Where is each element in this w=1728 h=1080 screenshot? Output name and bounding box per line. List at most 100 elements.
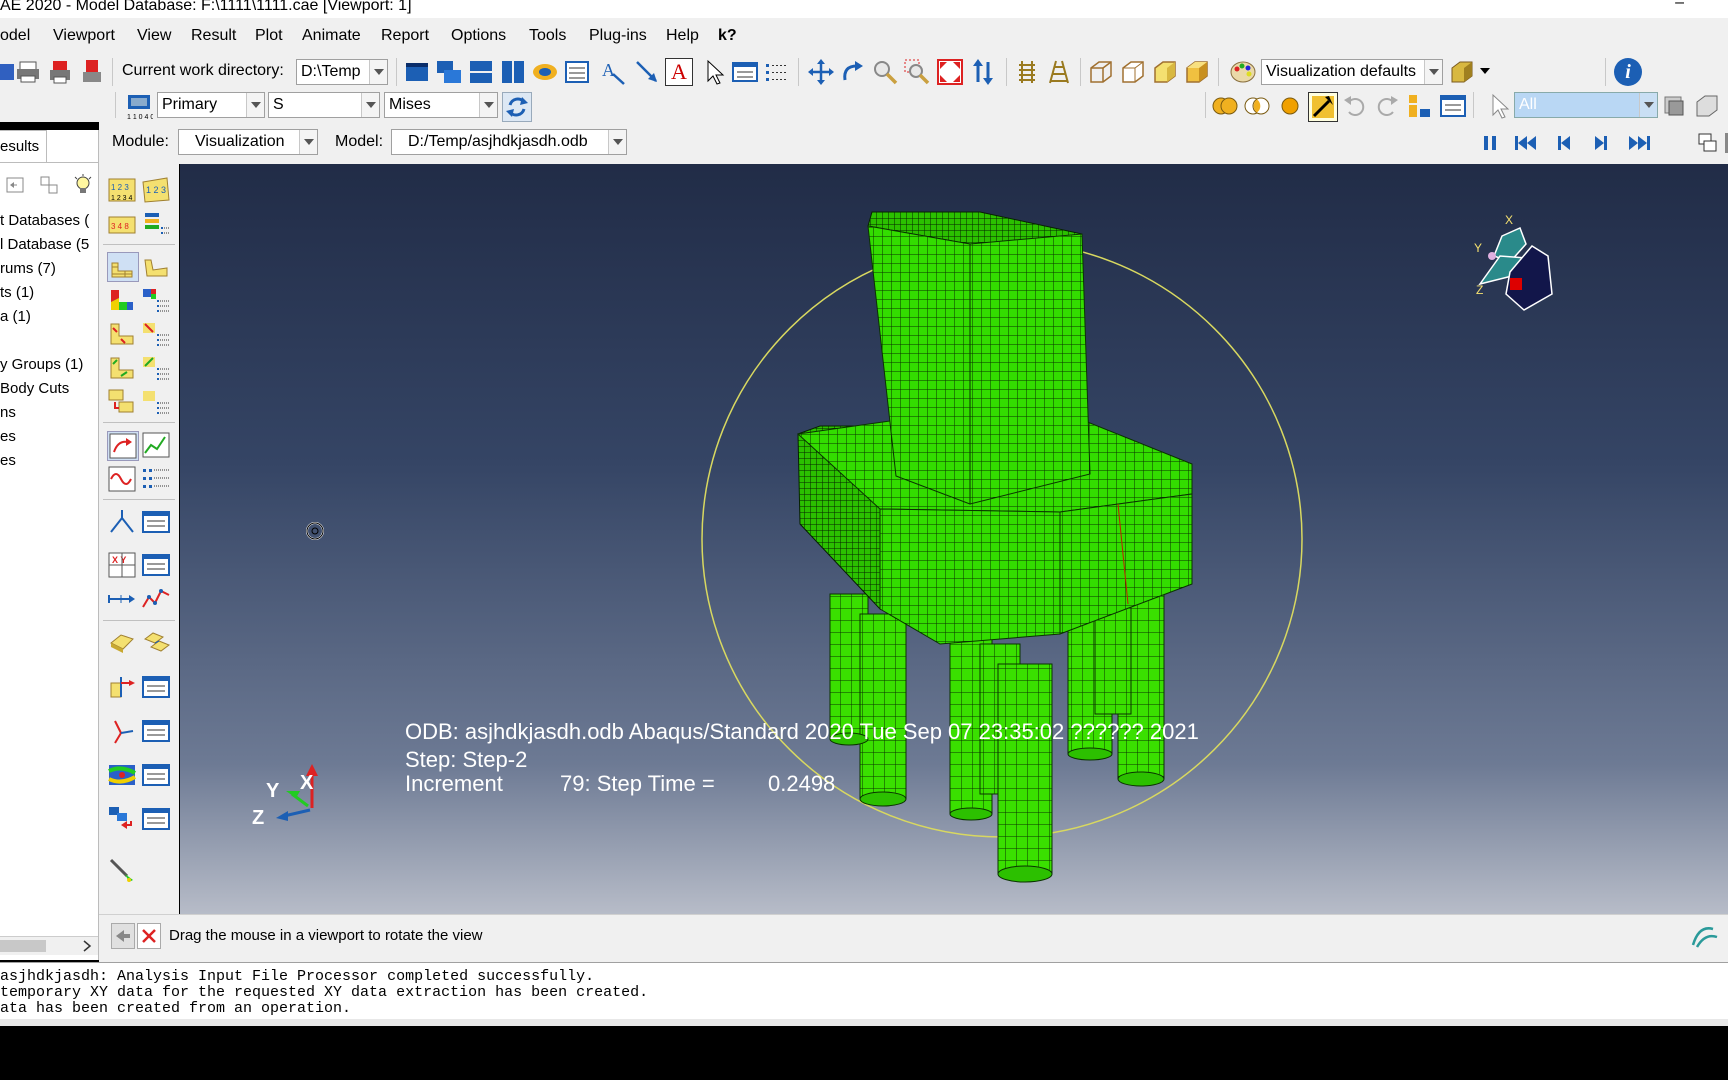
invariant-combo[interactable]: Mises	[384, 92, 498, 118]
menu-viewport[interactable]: Viewport	[53, 27, 115, 45]
tree-item-spectrums[interactable]: rums (7)	[0, 260, 56, 277]
menu-animate[interactable]: Animate	[302, 27, 361, 45]
pause-icon[interactable]	[1476, 129, 1504, 157]
chevron-down-icon[interactable]	[246, 93, 264, 117]
last-frame-icon[interactable]	[1625, 129, 1653, 157]
tab-results[interactable]: esults	[0, 130, 47, 163]
probe-values-icon[interactable]	[107, 856, 137, 884]
menu-options[interactable]: Options	[451, 27, 506, 45]
boolean-union-icon[interactable]	[1211, 92, 1239, 120]
create-xy-data-icon[interactable]: X Y	[107, 551, 137, 579]
magnify-icon[interactable]	[871, 58, 899, 86]
material-orientation-options-icon[interactable]	[141, 354, 171, 382]
xy-operate-icon[interactable]	[107, 585, 137, 613]
menu-help[interactable]: Help	[666, 27, 699, 45]
viewport-canvas[interactable]: ODB: asjhdkjasdh.odb Abaqus/Standard 202…	[180, 164, 1728, 914]
plot-contours-options-icon[interactable]	[141, 286, 171, 314]
next-frame-icon[interactable]	[1588, 129, 1616, 157]
active-steps-frames-icon[interactable]	[107, 805, 137, 833]
tree-item-streams[interactable]: ns	[0, 404, 16, 421]
pan-icon[interactable]	[807, 58, 835, 86]
render-hidden-icon[interactable]	[1119, 58, 1147, 86]
create-path-icon[interactable]	[107, 508, 137, 536]
auto-fit-icon[interactable]	[936, 58, 964, 86]
chevron-down-icon[interactable]	[361, 93, 379, 117]
model-render[interactable]: ODB: asjhdkjasdh.odb Abaqus/Standard 202…	[180, 164, 1728, 914]
allow-multiple-plot-states-icon[interactable]	[107, 388, 137, 416]
selection-options-icon[interactable]	[1660, 92, 1688, 120]
chevron-down-icon[interactable]	[608, 130, 626, 154]
dropdown-arrow-icon[interactable]	[1480, 68, 1490, 74]
symbol-options-icon[interactable]	[141, 320, 171, 348]
plot-deformed-shape-icon[interactable]	[141, 252, 171, 280]
step-frame-manager-icon[interactable]	[141, 805, 171, 833]
display-group-manager-icon[interactable]	[1439, 92, 1467, 120]
tree-item-images[interactable]: es	[0, 452, 16, 469]
model-combo[interactable]: D:/Temp/asjhdkjasdh.odb	[391, 129, 627, 155]
variable-combo[interactable]: S	[268, 92, 380, 118]
render-filled-icon[interactable]	[1151, 58, 1179, 86]
create-display-body-icon[interactable]	[107, 629, 137, 657]
visualization-defaults-combo[interactable]: Visualization defaults	[1261, 59, 1443, 85]
context-help-button[interactable]: k?	[718, 27, 737, 45]
tree-horizontal-scrollbar[interactable]	[0, 936, 98, 955]
viewport-annotation-icon[interactable]	[563, 58, 591, 86]
section-stack-icon[interactable]	[141, 211, 171, 239]
first-frame-icon[interactable]	[1512, 129, 1540, 157]
display-group-replace-icon[interactable]	[1308, 92, 1338, 122]
xy-data-manager-icon[interactable]	[141, 551, 171, 579]
query-icon[interactable]: A	[599, 58, 627, 86]
plot-undeformed-shape-icon[interactable]	[107, 252, 139, 282]
cwd-combo[interactable]: D:\Temp	[296, 59, 388, 85]
prompt-cancel-button[interactable]	[137, 923, 161, 949]
render-wireframe-icon[interactable]	[1087, 58, 1115, 86]
redo-icon[interactable]	[1373, 92, 1401, 120]
viewport-single-icon[interactable]	[403, 58, 431, 86]
plot-deformed-labels-icon[interactable]: 1 2 3	[141, 176, 171, 204]
selection-arrow-icon[interactable]	[1485, 92, 1513, 120]
minimize-button[interactable]: –	[1675, 0, 1684, 12]
chevron-down-icon[interactable]	[1424, 60, 1442, 84]
tree-item-paths[interactable]: es	[0, 428, 16, 445]
viewport-link-icon[interactable]	[531, 58, 559, 86]
undo-icon[interactable]	[1341, 92, 1369, 120]
animate-harmonic-icon[interactable]	[107, 465, 137, 493]
chevron-down-icon[interactable]	[1639, 93, 1657, 117]
display-body-options-icon[interactable]	[141, 629, 171, 657]
animate-scale-factor-icon[interactable]	[107, 431, 139, 461]
field-output-icon[interactable]: 1 1 0 4 0	[125, 92, 153, 120]
rotate-icon[interactable]	[839, 58, 867, 86]
boolean-intersect-icon[interactable]	[1243, 92, 1271, 120]
lightbulb-icon[interactable]	[72, 174, 94, 196]
plot-contours-icon[interactable]	[107, 286, 137, 314]
viewport-tile-vertical-icon[interactable]	[499, 58, 527, 86]
plot-undeformed-icon[interactable]: 1 2 3 1 2 3 4	[107, 176, 137, 204]
create-stream-icon[interactable]	[107, 761, 137, 789]
superimpose-options-icon[interactable]	[141, 388, 171, 416]
menu-tools[interactable]: Tools	[529, 27, 566, 45]
xy-curve-icon[interactable]	[141, 585, 171, 613]
scrollbar-thumb[interactable]	[0, 940, 46, 952]
view-manager-icon[interactable]	[1013, 58, 1041, 86]
view-cube[interactable]: X Y Z	[1474, 213, 1553, 311]
text-annotation-icon[interactable]: A	[665, 58, 693, 86]
print-setup-icon[interactable]	[78, 58, 106, 86]
selection-cube-icon[interactable]	[1693, 92, 1721, 120]
animate-time-history-icon[interactable]	[141, 431, 171, 459]
plot-symbols-icon[interactable]	[107, 320, 137, 348]
arrow-annotation-icon[interactable]	[633, 58, 661, 86]
scroll-right-icon[interactable]	[80, 939, 94, 953]
module-combo[interactable]: Visualization	[178, 129, 318, 155]
list-dots-icon[interactable]	[763, 58, 791, 86]
display-options-icon[interactable]	[1448, 58, 1476, 86]
menu-view[interactable]: View	[137, 27, 171, 45]
viewport-extra-icon[interactable]	[1719, 129, 1728, 157]
output-type-combo[interactable]: Primary	[157, 92, 265, 118]
previous-frame-icon[interactable]	[1549, 129, 1577, 157]
render-shaded-icon[interactable]	[1183, 58, 1211, 86]
tree-filter-icon[interactable]	[38, 174, 60, 196]
create-view-cut-icon[interactable]	[107, 717, 137, 745]
cycle-views-icon[interactable]	[969, 58, 997, 86]
menu-plot[interactable]: Plot	[255, 27, 283, 45]
viewport-cascade-icon[interactable]	[435, 58, 463, 86]
